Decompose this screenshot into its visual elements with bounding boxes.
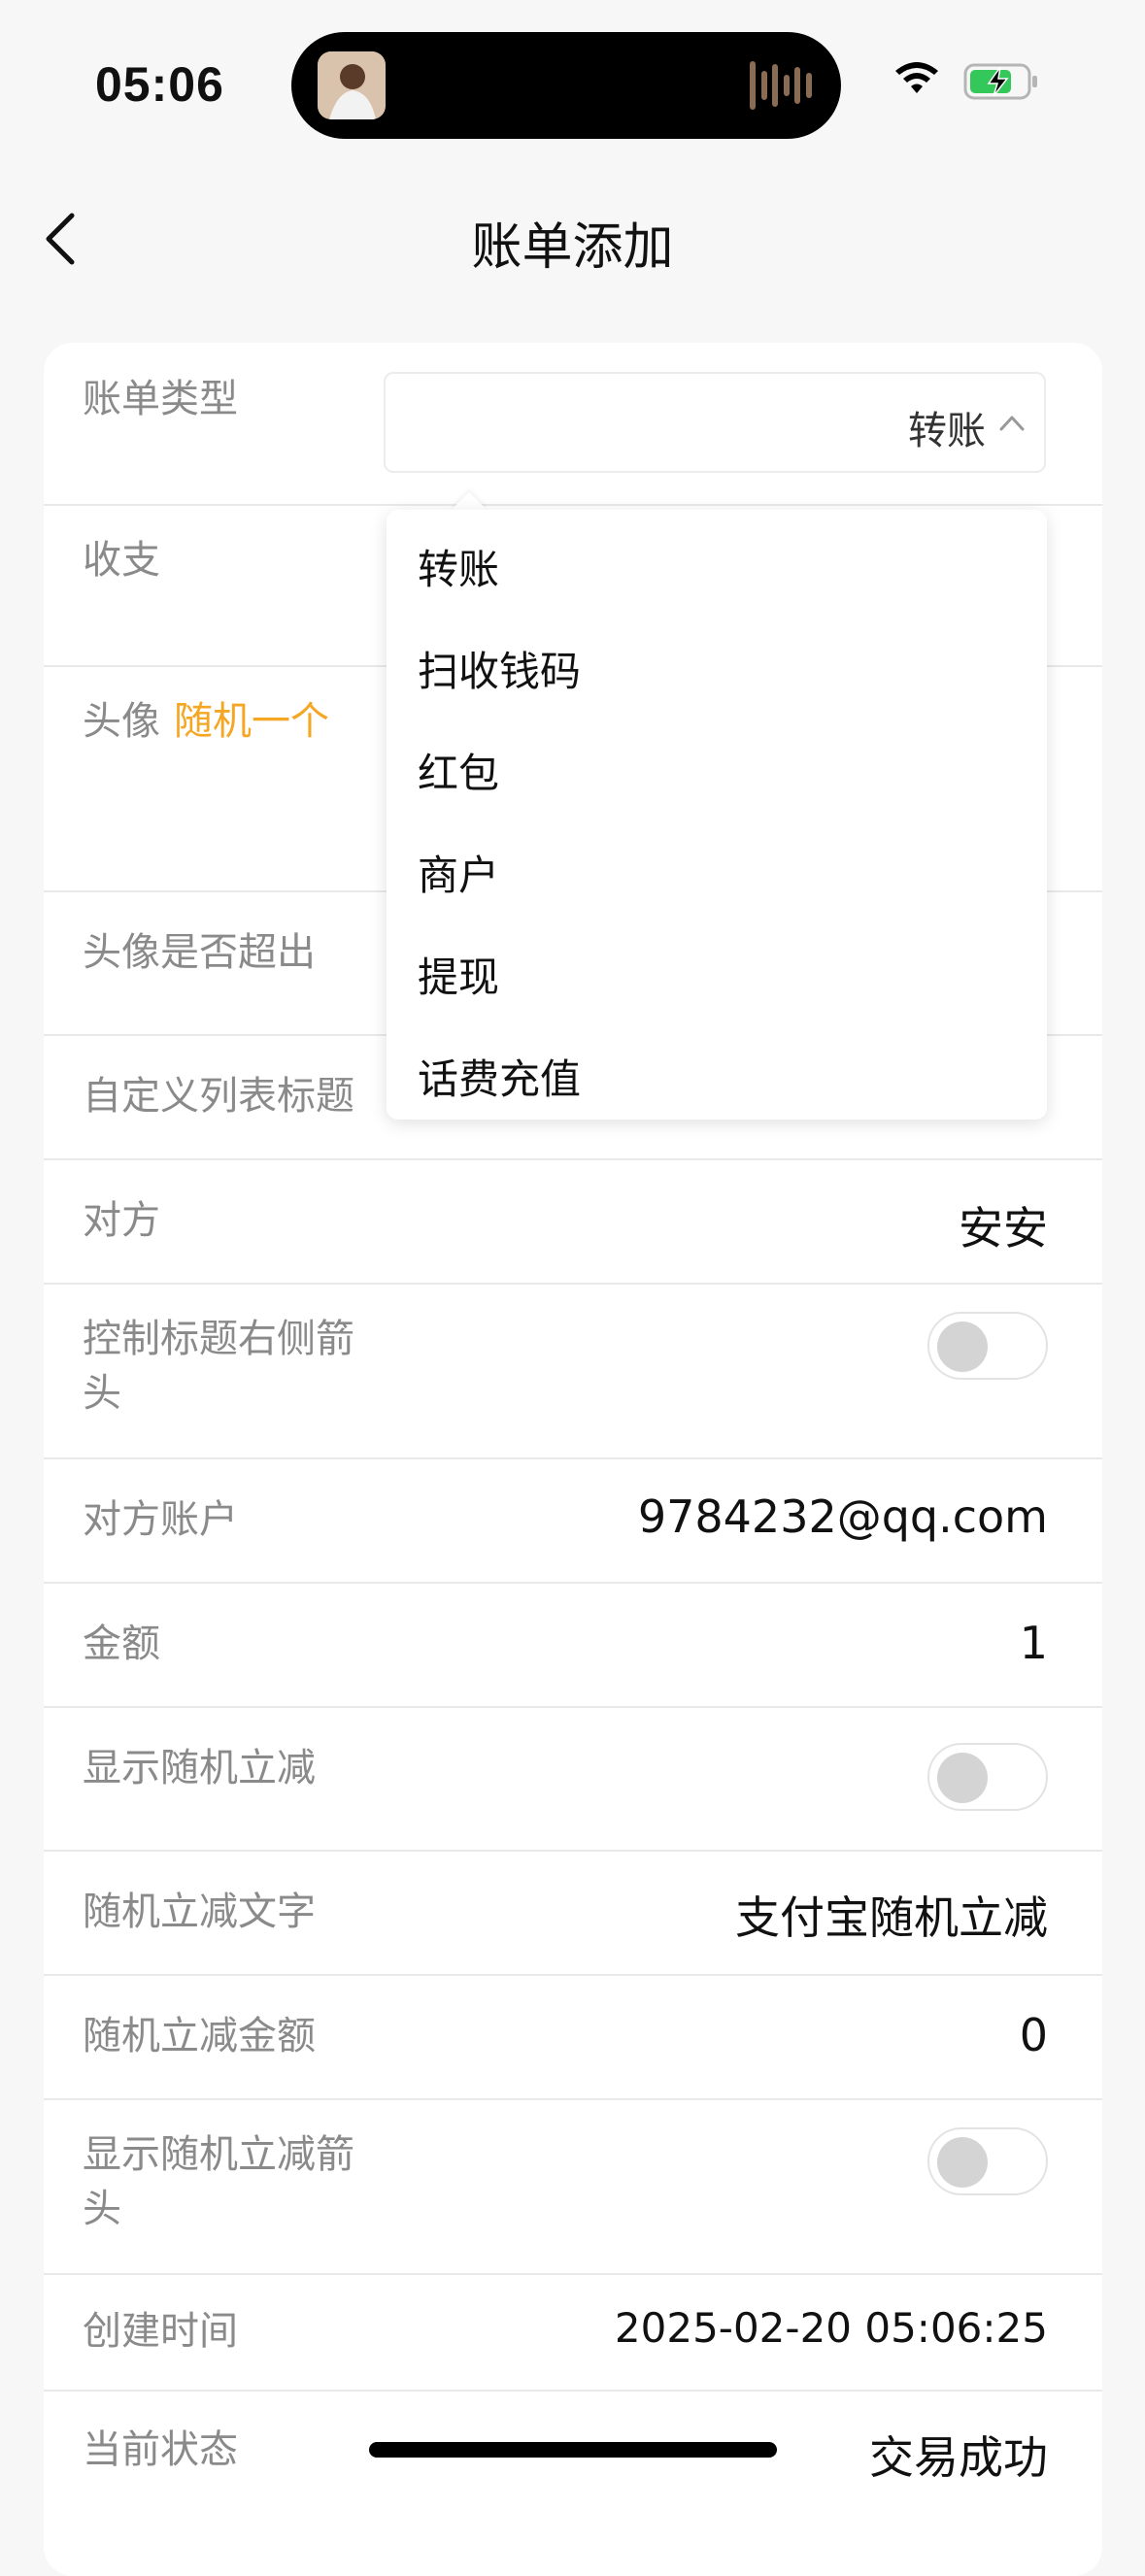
- current-status-value[interactable]: 交易成功: [869, 2423, 1048, 2487]
- title-right-arrow-toggle[interactable]: [927, 1312, 1048, 1380]
- show-random-discount-arrow-label: 显示随机立减箭 头: [83, 2127, 354, 2236]
- created-time-label: 创建时间: [83, 2309, 238, 2354]
- status-time: 05:06: [95, 57, 224, 112]
- row-current-status[interactable]: 当前状态 交易成功: [44, 2390, 1102, 2526]
- random-discount-text-label: 随机立减文字: [83, 1890, 316, 1934]
- random-avatar-link[interactable]: 随机一个: [174, 699, 329, 744]
- show-random-discount-toggle[interactable]: [927, 1743, 1048, 1811]
- avatar-label-text: 头像: [83, 699, 160, 744]
- row-created-time[interactable]: 创建时间 2025-02-20 05:06:25: [44, 2273, 1102, 2392]
- nav-bar: 账单添加: [0, 184, 1145, 291]
- created-time-value[interactable]: 2025-02-20 05:06:25: [615, 2304, 1048, 2352]
- title-right-arrow-label-line2: 头: [83, 1371, 121, 1416]
- dropdown-option[interactable]: 转账: [418, 541, 499, 599]
- row-show-random-discount: 显示随机立减: [44, 1706, 1102, 1852]
- avatar-label: 头像 随机一个: [83, 694, 329, 749]
- show-random-discount-arrow-toggle[interactable]: [927, 2127, 1048, 2195]
- dynamic-island[interactable]: [291, 32, 841, 139]
- now-playing-artwork-icon: [318, 51, 386, 119]
- row-counterparty-account[interactable]: 对方账户 9784232@qq.com: [44, 1457, 1102, 1584]
- bill-type-selected-value: 转账: [908, 409, 986, 453]
- status-bar: 05:06: [0, 0, 1145, 165]
- current-status-label: 当前状态: [83, 2427, 238, 2472]
- home-indicator[interactable]: [369, 2442, 777, 2458]
- random-discount-amount-label: 随机立减金额: [83, 2014, 316, 2058]
- row-show-random-discount-arrow: 显示随机立减箭 头: [44, 2098, 1102, 2275]
- amount-label: 金额: [83, 1622, 160, 1666]
- bill-type-dropdown: 转账 扫收钱码 红包 商户 提现 话费充值: [387, 510, 1047, 1120]
- custom-list-title-label: 自定义列表标题: [83, 1074, 354, 1119]
- bill-type-select[interactable]: 转账: [384, 372, 1046, 473]
- dropdown-option[interactable]: 话费充值: [418, 1051, 581, 1109]
- counterparty-account-label: 对方账户: [83, 1497, 238, 1542]
- avatar-overflow-label: 头像是否超出: [83, 930, 316, 975]
- bill-type-label: 账单类型: [83, 377, 238, 421]
- chevron-up-icon: [999, 416, 1025, 431]
- title-right-arrow-label: 控制标题右侧箭 头: [83, 1312, 354, 1421]
- audio-waveform-icon: [750, 59, 812, 112]
- random-discount-text-value[interactable]: 支付宝随机立减: [735, 1883, 1048, 1947]
- counterparty-value[interactable]: 安安: [959, 1193, 1048, 1257]
- dropdown-option[interactable]: 提现: [418, 949, 499, 1007]
- wifi-icon: [895, 62, 938, 93]
- title-right-arrow-label-line1: 控制标题右侧箭: [83, 1317, 354, 1361]
- page-title: 账单添加: [471, 218, 674, 277]
- row-random-discount-amount[interactable]: 随机立减金额 0: [44, 1974, 1102, 2100]
- battery-charging-icon: [963, 63, 1037, 100]
- dropdown-option[interactable]: 商户: [418, 847, 499, 905]
- counterparty-label: 对方: [83, 1198, 160, 1243]
- amount-value[interactable]: 1: [1020, 1617, 1048, 1669]
- dropdown-option[interactable]: 扫收钱码: [418, 643, 581, 701]
- row-amount[interactable]: 金额 1: [44, 1582, 1102, 1708]
- show-random-discount-arrow-label-line2: 头: [83, 2187, 121, 2231]
- counterparty-account-value[interactable]: 9784232@qq.com: [638, 1490, 1048, 1543]
- row-random-discount-text[interactable]: 随机立减文字 支付宝随机立减: [44, 1850, 1102, 1976]
- random-discount-amount-value[interactable]: 0: [1020, 2009, 1048, 2061]
- toggle-knob: [937, 1321, 988, 1372]
- row-counterparty[interactable]: 对方 安安: [44, 1158, 1102, 1285]
- row-title-right-arrow: 控制标题右侧箭 头: [44, 1283, 1102, 1459]
- income-expense-label: 收支: [83, 538, 160, 583]
- dropdown-option[interactable]: 红包: [418, 745, 499, 803]
- row-bill-type: 账单类型 转账: [44, 343, 1102, 506]
- show-random-discount-label: 显示随机立减: [83, 1746, 316, 1790]
- toggle-knob: [937, 2137, 988, 2188]
- toggle-knob: [937, 1753, 988, 1803]
- show-random-discount-arrow-label-line1: 显示随机立减箭: [83, 2132, 354, 2177]
